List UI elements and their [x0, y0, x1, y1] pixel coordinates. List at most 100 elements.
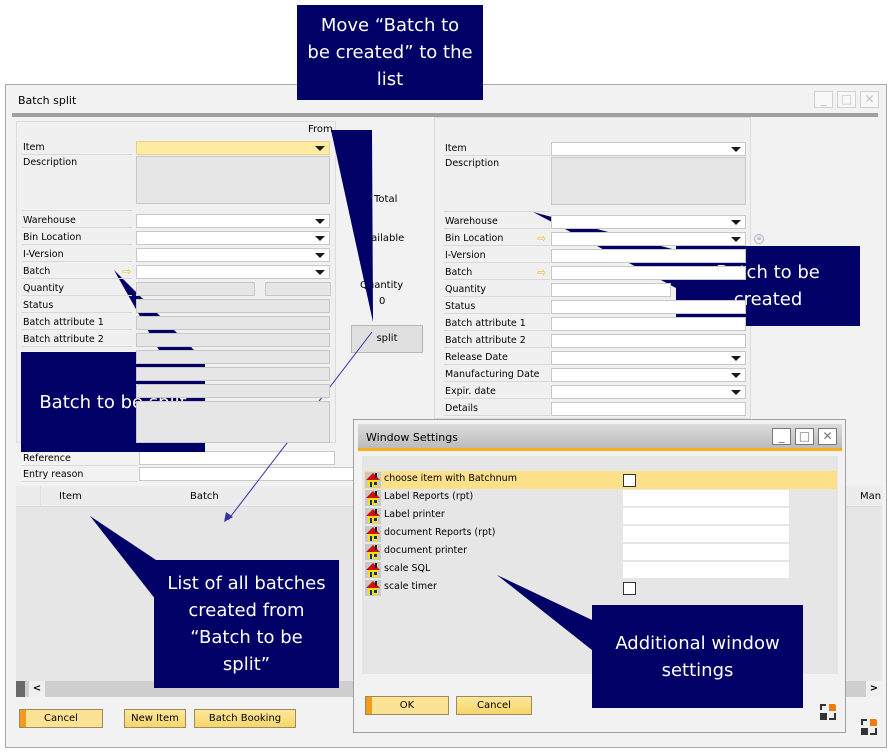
settings-text-field[interactable] [623, 544, 789, 560]
maximize-button[interactable]: □ [837, 91, 856, 108]
link-arrow-icon[interactable]: ⇨ [122, 266, 134, 277]
to-label-details: Details [444, 401, 550, 416]
to-label-status: Status [444, 299, 550, 314]
close-button[interactable]: ✕ [860, 91, 879, 108]
to-bin-location-dropdown[interactable] [551, 232, 746, 246]
settings-row: Label printer [364, 507, 837, 525]
settings-text-field[interactable] [623, 490, 789, 506]
to-batch-field[interactable] [551, 266, 746, 280]
from-quantity-field-2 [265, 282, 331, 296]
to-label-bin-location: Bin Location [444, 231, 550, 246]
from-label-quantity: Quantity [22, 281, 132, 296]
settings-row-label: Label printer [384, 509, 445, 520]
resize-icon[interactable] [861, 719, 877, 735]
from-extra-field [136, 384, 330, 398]
settings-resize-icon[interactable] [820, 704, 836, 720]
from-header: From [308, 124, 333, 135]
new-item-button[interactable]: New Item [124, 709, 186, 728]
to-label-description: Description [444, 156, 550, 212]
link-arrow-icon[interactable]: ⇨ [537, 267, 549, 278]
to-item-dropdown[interactable] [551, 142, 746, 156]
cancel-button[interactable]: Cancel [19, 709, 103, 728]
house-icon [365, 472, 381, 488]
from-status-field [136, 299, 330, 313]
house-icon [365, 580, 381, 596]
entry-reason-label: Entry reason [22, 467, 138, 482]
from-label-batch-attribute-2: Batch attribute 2 [22, 332, 132, 347]
from-batch-attribute-1-field [136, 316, 330, 330]
settings-close-button[interactable]: ✕ [818, 428, 837, 445]
grid-col-batch[interactable]: Batch [190, 491, 219, 502]
from-warehouse-dropdown[interactable] [136, 214, 330, 228]
split-button[interactable]: split [351, 325, 423, 353]
from-label-item: Item [22, 140, 132, 155]
settings-row: Label Reports (rpt) [364, 489, 837, 507]
to-expir-date-dropdown[interactable] [551, 385, 746, 399]
entry-reason-input[interactable] [139, 467, 379, 481]
settings-row-label: scale timer [384, 581, 437, 592]
from-label-warehouse: Warehouse [22, 213, 132, 228]
from-bin-location-dropdown[interactable] [136, 231, 330, 245]
callout-move-to-list: Move “Batch to be created” to the list [297, 5, 483, 100]
to-label-release-date: Release Date [444, 350, 550, 365]
house-icon [365, 544, 381, 560]
callout-list-of-batches: List of all batches created from “Batch … [154, 560, 339, 688]
to-label-item: Item [444, 141, 550, 156]
settings-text-field[interactable] [623, 562, 789, 578]
settings-checkbox[interactable] [623, 474, 636, 487]
to-manufacturing-date-dropdown[interactable] [551, 368, 746, 382]
to-label-manufacturing-date: Manufacturing Date [444, 367, 550, 382]
house-icon [365, 490, 381, 506]
settings-cancel-button[interactable]: Cancel [456, 696, 532, 715]
grid-col-man[interactable]: Man [860, 491, 881, 502]
reference-input[interactable] [139, 451, 335, 465]
to-batch-attribute-2-field[interactable] [551, 334, 746, 348]
settings-row: document printer [364, 543, 837, 561]
settings-minimize-button[interactable]: _ [772, 428, 791, 445]
house-icon [365, 526, 381, 542]
to-label-batch-attribute-2: Batch attribute 2 [444, 333, 550, 348]
from-label-i-version: I-Version [22, 247, 132, 262]
scroll-right-button[interactable]: > [866, 681, 882, 697]
settings-maximize-button[interactable]: □ [795, 428, 814, 445]
from-label-bin-location: Bin Location [22, 230, 132, 245]
minimize-button[interactable]: _ [814, 91, 833, 108]
list-icon[interactable]: ≡ [754, 234, 764, 244]
to-status-field[interactable] [551, 300, 746, 314]
callout-additional-settings: Additional window settings [592, 605, 803, 708]
from-batch-dropdown[interactable] [136, 265, 330, 279]
house-icon [365, 508, 381, 524]
to-details-field[interactable] [551, 402, 746, 416]
to-warehouse-dropdown[interactable] [551, 215, 746, 229]
to-batch-attribute-1-field[interactable] [551, 317, 746, 331]
to-label-i-version: I-Version [444, 248, 550, 263]
from-item-dropdown[interactable] [136, 141, 330, 155]
quantity-label: Quantity [360, 280, 404, 291]
batch-booking-button[interactable]: Batch Booking [194, 709, 296, 728]
from-extra-field [136, 367, 330, 381]
grid-col-item[interactable]: Item [59, 491, 82, 502]
to-description-field [551, 157, 746, 205]
settings-text-field[interactable] [623, 508, 789, 524]
from-details-field [136, 401, 330, 443]
from-label-status: Status [22, 298, 132, 313]
link-arrow-icon[interactable]: ⇨ [537, 233, 549, 244]
ok-button[interactable]: OK [365, 696, 449, 715]
from-i-version-dropdown[interactable] [136, 248, 330, 262]
to-i-version-field[interactable] [551, 249, 746, 263]
available-label: Available [359, 233, 405, 244]
grid-col-rownum [16, 486, 41, 507]
to-quantity-field[interactable] [551, 283, 671, 297]
settings-row: scale SQL [364, 561, 837, 579]
settings-checkbox[interactable] [623, 582, 636, 595]
quantity-value: 0 [379, 296, 386, 307]
from-quantity-field [136, 282, 255, 296]
settings-row-label: document printer [384, 545, 468, 556]
to-release-date-dropdown[interactable] [551, 351, 746, 365]
settings-text-field[interactable] [623, 526, 789, 542]
scrollbar-thumb[interactable] [16, 681, 25, 697]
from-batch-attribute-2-field [136, 333, 330, 347]
scroll-left-button[interactable]: < [29, 681, 45, 697]
from-extra-field [136, 350, 330, 364]
to-label-batch-attribute-1: Batch attribute 1 [444, 316, 550, 331]
